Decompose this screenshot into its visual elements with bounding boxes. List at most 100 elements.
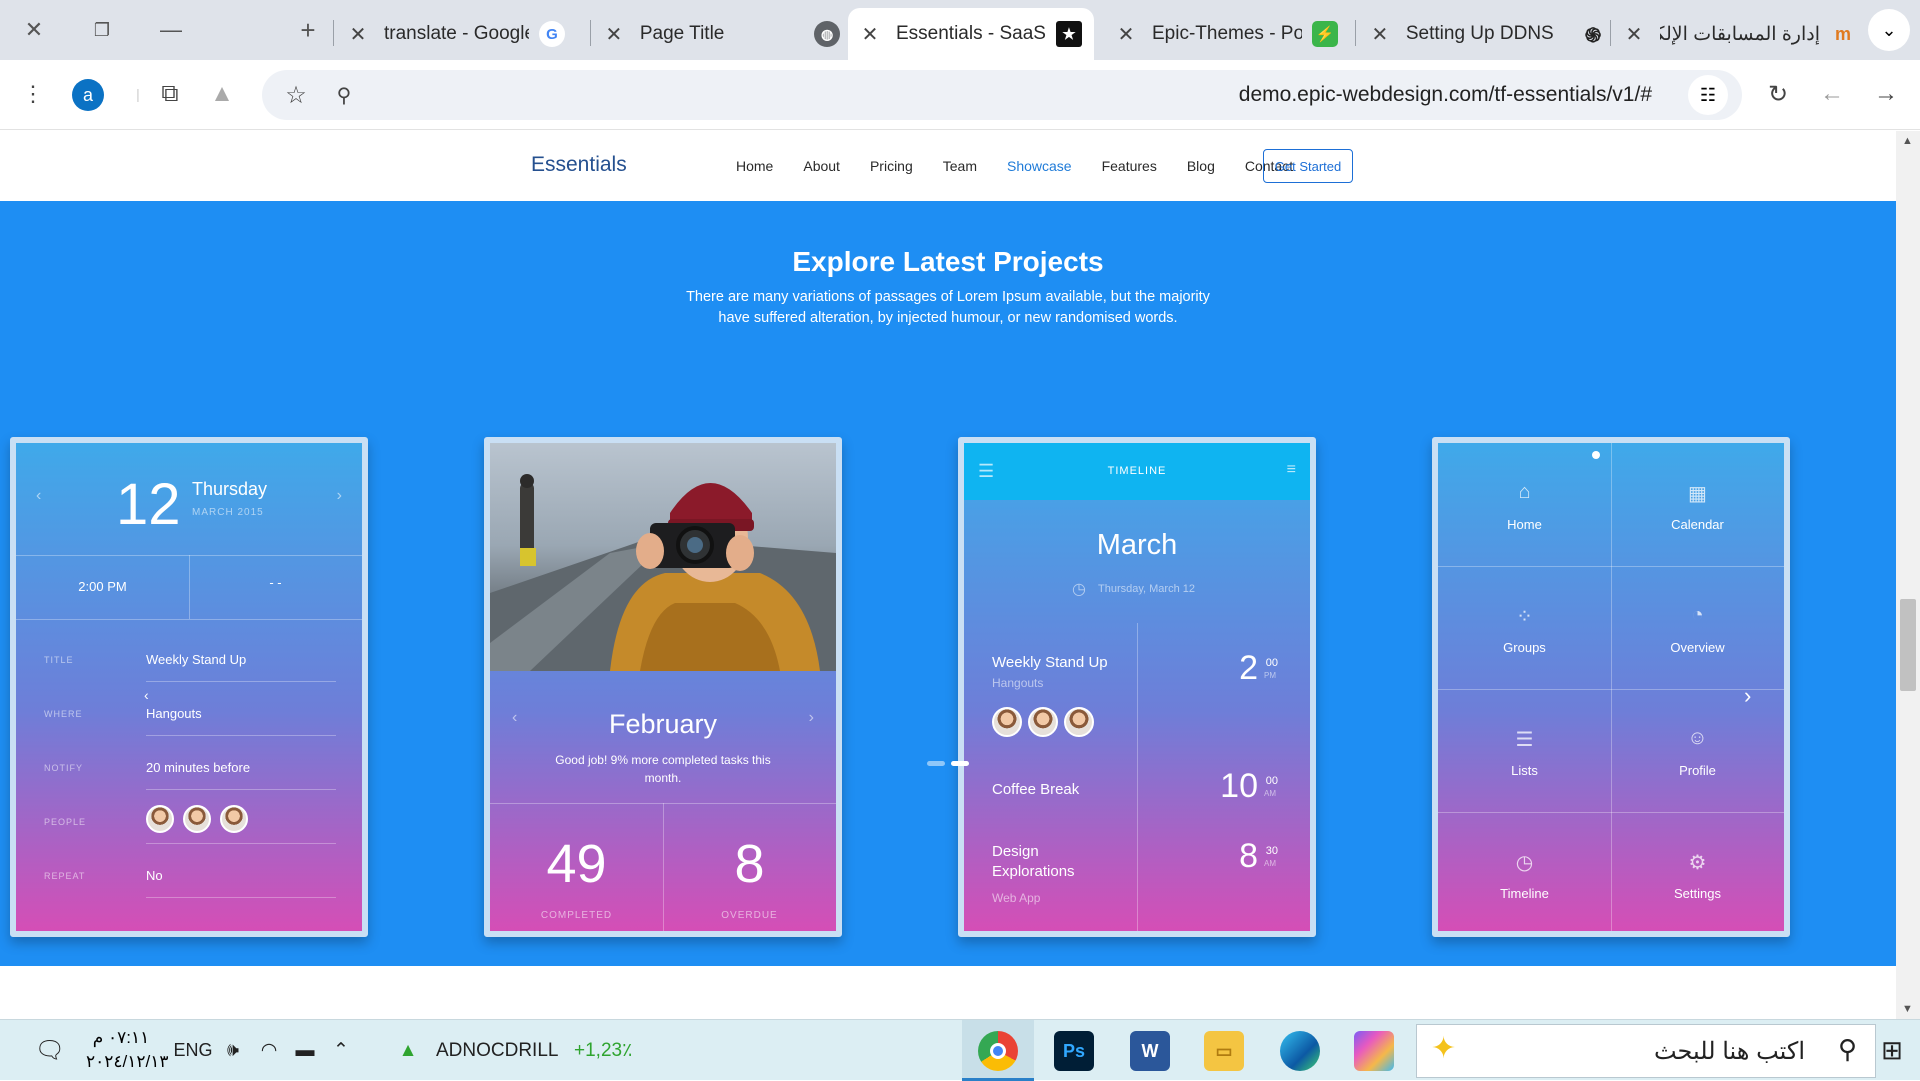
project-card-stats[interactable]: ‹ › February Good job! 9% more completed… — [484, 437, 842, 937]
tab-essentials[interactable]: ✕ Essentials - SaaS La ★ — [848, 8, 1094, 60]
bookmark-star-icon[interactable]: ☆ — [276, 75, 316, 115]
new-tab-icon[interactable]: + — [280, 8, 336, 52]
tab-ddns[interactable]: ✕ Setting Up DDNS ֍ — [1366, 8, 1606, 60]
tile-overview[interactable]: ◔ Overview — [1611, 566, 1784, 689]
timeline-date: Thursday, March 12 — [1098, 583, 1196, 595]
event-minute: 00 — [1265, 657, 1278, 669]
close-tab-icon[interactable]: ✕ — [1112, 22, 1140, 47]
tab-strip: ✕ ❐ — + ✕ translate - Google G ✕ Page Ti… — [0, 0, 1920, 60]
scroll-thumb[interactable] — [1900, 599, 1916, 691]
stock-name[interactable]: ADNOCDRILL — [436, 1020, 566, 1081]
event-title[interactable]: Design — [992, 843, 1039, 860]
nav-features[interactable]: Features — [1102, 158, 1157, 174]
nav-team[interactable]: Team — [943, 158, 977, 174]
photoshop-icon[interactable]: Ps — [1054, 1031, 1094, 1071]
get-started-button[interactable]: Get Started — [1263, 149, 1353, 183]
site-logo[interactable]: Essentials — [531, 153, 627, 177]
where-value[interactable]: Hangouts — [146, 706, 202, 721]
event-ampm: AM — [1264, 789, 1276, 798]
copilot-icon[interactable] — [1354, 1031, 1394, 1071]
word-icon[interactable]: W — [1130, 1031, 1170, 1071]
tab-title: Epic-Themes - Port — [1152, 23, 1302, 44]
reload-icon[interactable]: ↻ — [1758, 74, 1798, 114]
event-minute: 00 — [1265, 775, 1278, 787]
carousel-dot[interactable] — [927, 761, 945, 766]
address-bar[interactable]: ☆ ⚲ demo.epic-webdesign.com/tf-essential… — [262, 70, 1742, 120]
scroll-up-icon[interactable]: ▲ — [1902, 135, 1913, 147]
clock[interactable]: ٠٧:١١ م ٢٠٢٤/١٢/١٣ — [86, 1026, 169, 1074]
clock-date: ٢٠٢٤/١٢/١٣ — [86, 1052, 169, 1071]
nav-showcase[interactable]: Showcase — [1007, 158, 1072, 174]
sliders-icon: ⚙ — [1688, 852, 1707, 874]
file-explorer-icon[interactable]: ▭ — [1204, 1031, 1244, 1071]
scroll-down-icon[interactable]: ▼ — [1902, 1003, 1913, 1015]
tile-label: Settings — [1674, 886, 1721, 901]
close-tab-icon[interactable]: ✕ — [856, 22, 884, 47]
chevron-left-icon[interactable]: ‹ — [144, 687, 149, 703]
menu-dots-icon[interactable]: ⋮ — [13, 74, 53, 114]
event-subtitle: Hangouts — [992, 676, 1044, 690]
star-favicon-icon: ★ — [1056, 21, 1082, 47]
filter-icon[interactable]: ≡ — [1287, 461, 1296, 479]
windows-start-icon[interactable]: ⊞ — [1872, 1020, 1912, 1081]
nav-home[interactable]: Home — [736, 158, 773, 174]
nav-about[interactable]: About — [803, 158, 840, 174]
close-tab-icon[interactable]: ✕ — [1366, 22, 1394, 47]
tab-translate[interactable]: ✕ translate - Google G — [344, 8, 584, 60]
notify-value[interactable]: 20 minutes before — [146, 760, 250, 775]
notifications-icon[interactable]: 🗨 — [30, 1020, 70, 1081]
tile-profile[interactable]: ☺ Profile — [1611, 689, 1784, 812]
nav-pricing[interactable]: Pricing — [870, 158, 913, 174]
close-window-icon[interactable]: ✕ — [6, 8, 62, 52]
event-title[interactable]: Weekly Stand Up — [992, 654, 1108, 671]
tile-groups[interactable]: ⁘ Groups — [1438, 566, 1611, 689]
page-scrollbar[interactable]: ▲ ▼ — [1896, 131, 1920, 1019]
tab-epic-themes[interactable]: ✕ Epic-Themes - Port ⚡ — [1112, 8, 1352, 60]
event-title[interactable]: Coffee Break — [992, 781, 1079, 798]
tile-settings[interactable]: ⚙ Settings — [1611, 812, 1784, 931]
chevron-right-icon[interactable]: › — [337, 487, 342, 505]
overdue-count: 8 — [734, 834, 765, 894]
nav-blog[interactable]: Blog — [1187, 158, 1215, 174]
forward-arrow-icon[interactable]: → — [1866, 74, 1906, 114]
tile-calendar[interactable]: ▦ Calendar — [1611, 443, 1784, 566]
title-value[interactable]: Weekly Stand Up — [146, 652, 246, 667]
browser-toolbar: ⋮ a | ⧉ ▲ ☆ ⚲ demo.epic-webdesign.com/tf… — [0, 60, 1920, 130]
back-arrow-icon[interactable]: ← — [1812, 74, 1852, 114]
language-indicator[interactable]: ENG — [168, 1020, 218, 1081]
chevron-right-icon[interactable]: › — [1744, 683, 1751, 709]
home-icon: ⌂ — [1518, 481, 1531, 503]
wifi-icon[interactable]: ◠ — [254, 1020, 284, 1081]
tile-lists[interactable]: ☰ Lists — [1438, 689, 1611, 812]
tab-page-title[interactable]: ✕ Page Title ◍ — [600, 8, 840, 60]
volume-icon[interactable]: 🕪 — [218, 1020, 248, 1081]
subtitle-line: There are many variations of passages of… — [686, 289, 1210, 305]
project-card-event[interactable]: ‹ › 12 Thursday MARCH 2015 2:00 PM - - T… — [10, 437, 368, 937]
project-card-menu[interactable]: ⌂ Home ▦ Calendar ⁘ Groups ◔ Overview ☰ … — [1432, 437, 1790, 937]
chevron-up-icon[interactable]: ⌃ — [326, 1020, 356, 1081]
carousel-dot-active[interactable] — [951, 761, 969, 766]
event-end-time: - - — [269, 575, 282, 590]
site-settings-icon[interactable]: ☷ — [1688, 75, 1728, 115]
tab-search-chevron-icon[interactable]: ⌄ — [1868, 9, 1910, 51]
close-tab-icon[interactable]: ✕ — [344, 22, 372, 47]
battery-icon[interactable]: ▬ — [290, 1020, 320, 1081]
event-start-time: 2:00 PM — [78, 579, 127, 594]
extensions-icon[interactable]: ⧉ — [150, 74, 190, 114]
chevron-left-icon[interactable]: ‹ — [36, 487, 41, 505]
url-text: demo.epic-webdesign.com/tf-essentials/v1… — [1238, 83, 1652, 106]
tile-timeline[interactable]: ◷ Timeline — [1438, 812, 1611, 931]
tile-home[interactable]: ⌂ Home — [1438, 443, 1611, 566]
extension-logo-icon[interactable]: ▲ — [202, 74, 242, 114]
repeat-value[interactable]: No — [146, 868, 163, 883]
project-card-timeline[interactable]: ☰ TIMELINE ≡ March ◷ Thursday, March 12 … — [958, 437, 1316, 937]
tab-competitions[interactable]: ✕ إدارة المسابقات الإلكت m — [1620, 8, 1860, 60]
minimize-window-icon[interactable]: — — [143, 8, 199, 52]
restore-window-icon[interactable]: ❐ — [74, 8, 130, 52]
zoom-search-icon[interactable]: ⚲ — [324, 75, 364, 115]
close-tab-icon[interactable]: ✕ — [1620, 22, 1648, 47]
edge-icon[interactable] — [1280, 1031, 1320, 1071]
profile-avatar[interactable]: a — [72, 79, 104, 111]
taskbar-search-box[interactable]: ✦ اكتب هنا للبحث ⚲ — [1416, 1024, 1876, 1078]
close-tab-icon[interactable]: ✕ — [600, 22, 628, 47]
